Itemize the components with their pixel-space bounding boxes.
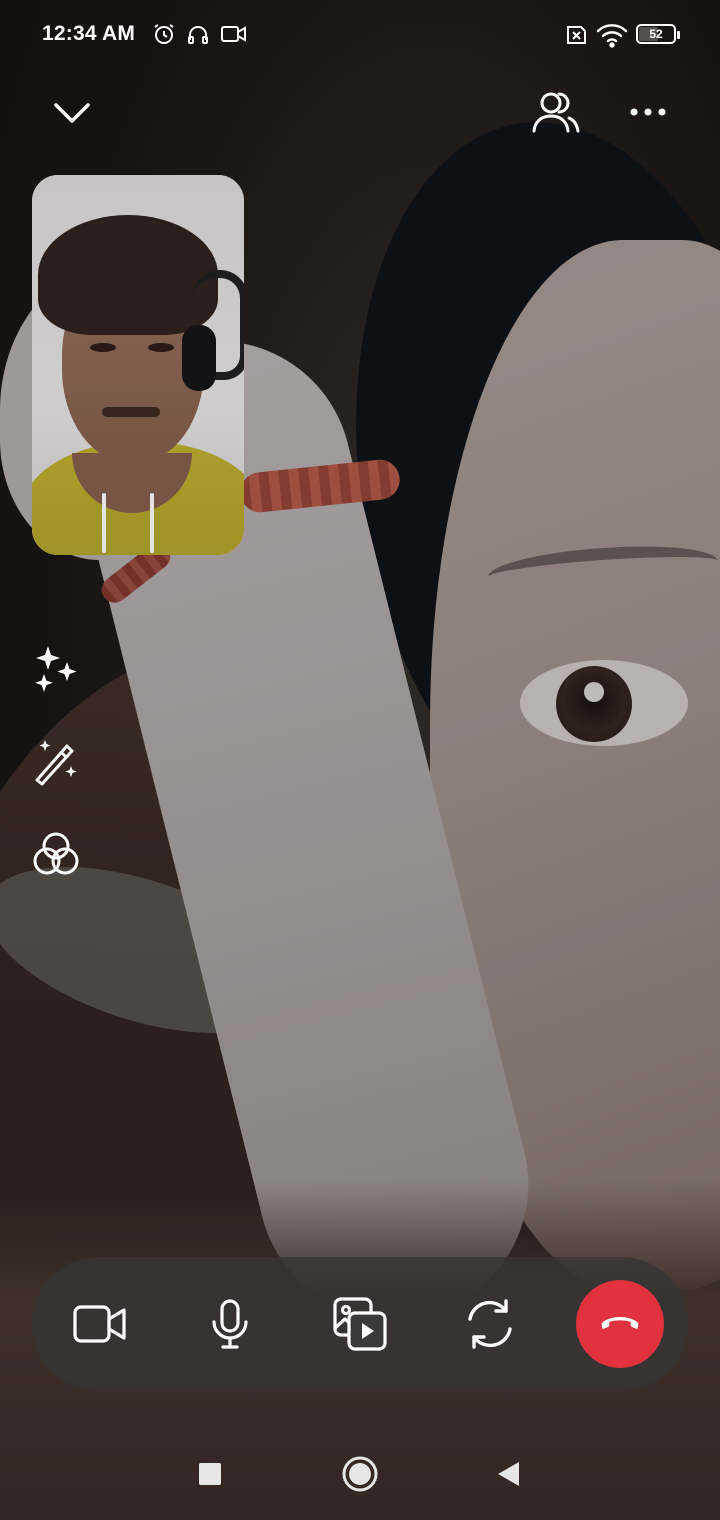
wifi-icon	[596, 22, 628, 48]
self-video-preview[interactable]	[32, 175, 244, 555]
people-icon	[529, 89, 583, 135]
recents-square-icon	[198, 1462, 222, 1486]
switch-camera-button[interactable]	[445, 1279, 535, 1369]
battery-icon: 52	[636, 24, 680, 44]
end-call-icon	[600, 1314, 640, 1334]
chevron-down-icon	[52, 99, 92, 125]
sparkles-icon	[31, 644, 81, 694]
video-camera-icon	[220, 22, 248, 46]
touch-up-button[interactable]	[28, 733, 84, 789]
alarm-icon	[152, 22, 176, 46]
video-camera-icon	[72, 1302, 128, 1346]
status-time: 12:34 AM	[42, 22, 136, 45]
back-button[interactable]	[484, 1450, 532, 1498]
more-dots-icon	[628, 107, 668, 117]
magic-wand-icon	[31, 736, 81, 786]
recents-button[interactable]	[186, 1450, 234, 1498]
color-filter-icon	[31, 829, 81, 879]
microphone-icon	[210, 1298, 250, 1350]
share-media-button[interactable]	[315, 1279, 405, 1369]
self-preview-dim	[32, 175, 244, 555]
home-circle-icon	[341, 1455, 379, 1493]
toggle-video-button[interactable]	[55, 1279, 145, 1369]
switch-camera-icon	[463, 1297, 517, 1351]
back-triangle-icon	[495, 1460, 521, 1488]
toggle-microphone-button[interactable]	[185, 1279, 275, 1369]
home-button[interactable]	[336, 1450, 384, 1498]
filters-button[interactable]	[28, 826, 84, 882]
sim-x-icon	[562, 24, 588, 46]
end-call-button[interactable]	[576, 1280, 664, 1368]
status-bar: 12:34 AM 52	[0, 0, 720, 70]
participants-button[interactable]	[526, 84, 586, 140]
media-share-icon	[332, 1296, 388, 1352]
minimize-call-button[interactable]	[44, 84, 100, 140]
effects-button[interactable]	[28, 641, 84, 697]
headphones-icon	[186, 22, 210, 46]
battery-percent: 52	[649, 27, 663, 41]
more-options-button[interactable]	[620, 84, 676, 140]
